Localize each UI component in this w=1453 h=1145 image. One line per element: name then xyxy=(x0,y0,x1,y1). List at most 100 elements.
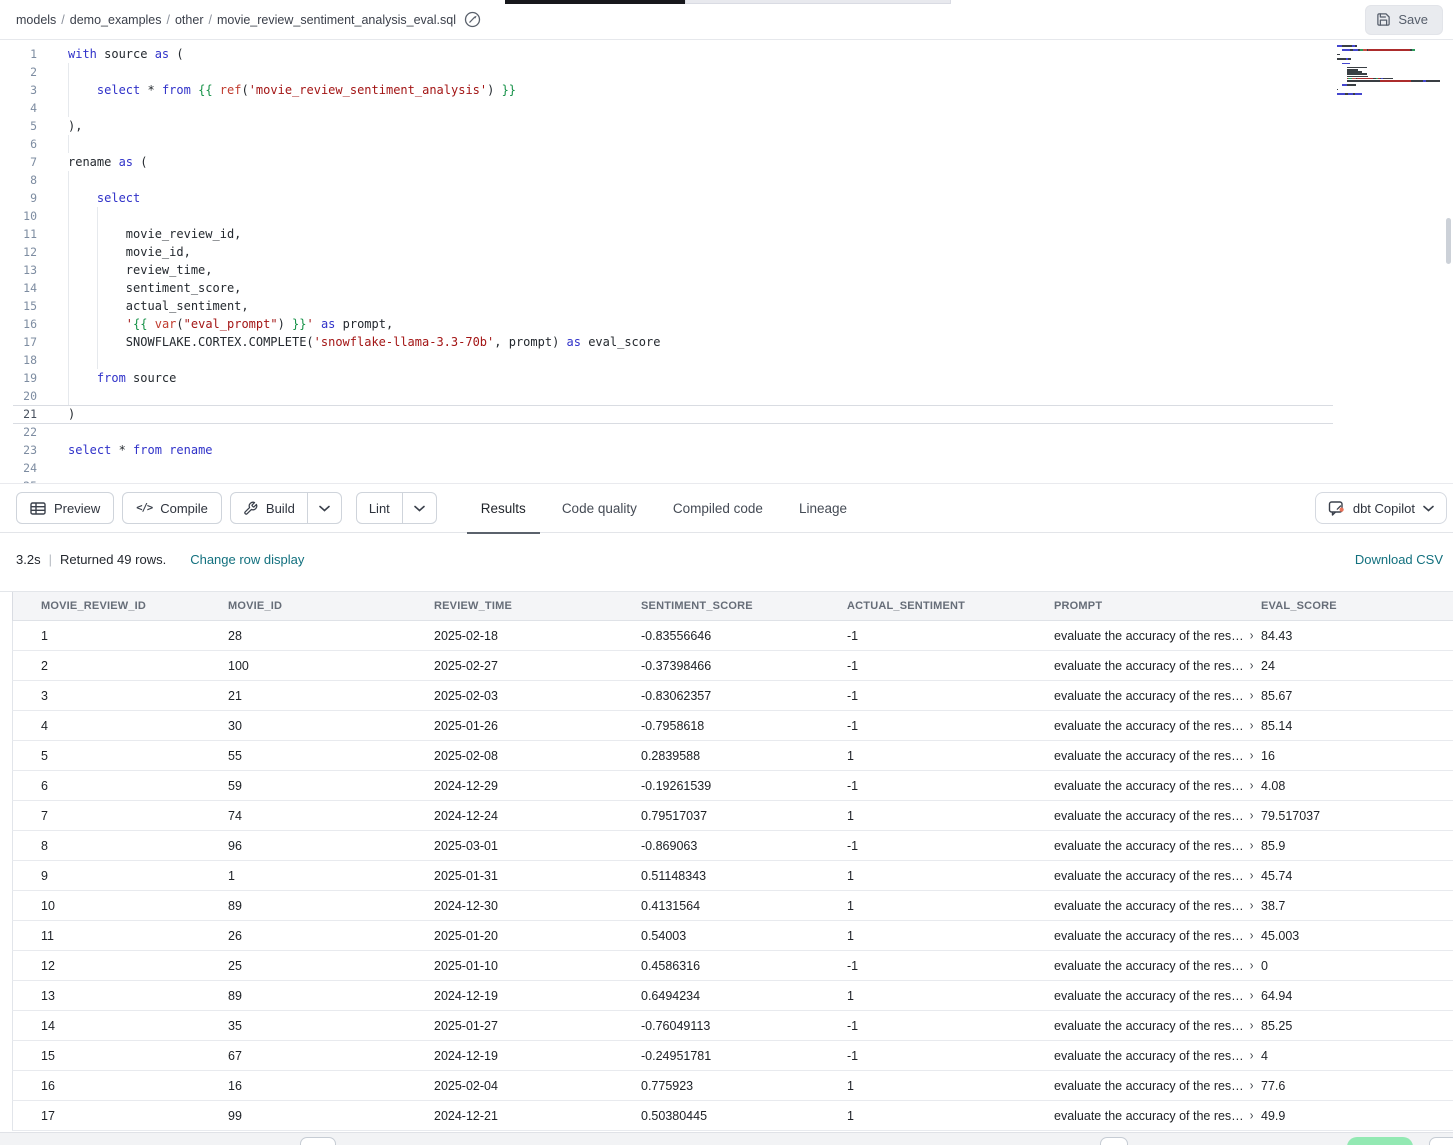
tab-lineage[interactable]: Lineage xyxy=(785,483,861,533)
code-line[interactable]: 20 xyxy=(0,387,1453,405)
code-line[interactable]: 16 '{{ var("eval_prompt") }}' as prompt, xyxy=(0,315,1453,333)
code-line[interactable]: 19 from source xyxy=(0,369,1453,387)
code-line[interactable]: 17 SNOWFLAKE.CORTEX.COMPLETE('snowflake-… xyxy=(0,333,1453,351)
line-number: 8 xyxy=(0,171,48,189)
preview-label: Preview xyxy=(54,501,100,516)
chevron-down-icon xyxy=(1423,505,1434,512)
code-line[interactable]: 22 xyxy=(0,423,1453,441)
code-line[interactable]: 23select * from rename xyxy=(0,441,1453,459)
tab-code-quality[interactable]: Code quality xyxy=(548,483,651,533)
prompt-expand-chevron-icon[interactable]: › xyxy=(1250,989,1254,1003)
prompt-preview-text: evaluate the accuracy of the res… xyxy=(1054,1109,1244,1123)
lint-button[interactable]: Lint xyxy=(357,493,402,523)
prompt-expand-chevron-icon[interactable]: › xyxy=(1250,869,1254,883)
code-line[interactable]: 2 xyxy=(0,63,1453,81)
prompt-cell: evaluate the accuracy of the res…› xyxy=(1054,719,1261,733)
line-number: 19 xyxy=(0,369,48,387)
breadcrumb-segment[interactable]: demo_examples xyxy=(70,13,162,27)
prompt-preview-text: evaluate the accuracy of the res… xyxy=(1054,659,1244,673)
code-line[interactable]: 10 xyxy=(0,207,1453,225)
code-line[interactable]: 7rename as ( xyxy=(0,153,1453,171)
column-header-actual_sentiment: ACTUAL_SENTIMENT xyxy=(847,600,1054,612)
code-line[interactable]: 15 actual_sentiment, xyxy=(0,297,1453,315)
breadcrumb-segment[interactable]: models xyxy=(16,13,56,27)
code-editor[interactable]: 1with source as (23 select * from {{ ref… xyxy=(0,40,1453,483)
table-row: 4302025-01-26-0.7958618-1evaluate the ac… xyxy=(12,711,1453,741)
lint-dropdown-button[interactable] xyxy=(402,493,436,523)
prompt-expand-chevron-icon[interactable]: › xyxy=(1250,779,1254,793)
prompt-expand-chevron-icon[interactable]: › xyxy=(1250,809,1254,823)
code-line[interactable]: 6 xyxy=(0,135,1453,153)
prompt-expand-chevron-icon[interactable]: › xyxy=(1250,1079,1254,1093)
prompt-expand-chevron-icon[interactable]: › xyxy=(1250,1019,1254,1033)
code-text: select xyxy=(48,189,140,207)
prompt-expand-chevron-icon[interactable]: › xyxy=(1250,959,1254,973)
bottom-bar-button[interactable] xyxy=(1100,1137,1128,1145)
prompt-expand-chevron-icon[interactable]: › xyxy=(1250,629,1254,643)
code-line[interactable]: 11 movie_review_id, xyxy=(0,225,1453,243)
prompt-expand-chevron-icon[interactable]: › xyxy=(1250,689,1254,703)
table-row: 1282025-02-18-0.83556646-1evaluate the a… xyxy=(12,621,1453,651)
code-text xyxy=(48,351,68,369)
table-cell: 2025-02-04 xyxy=(434,1079,641,1093)
table-cell: 16 xyxy=(228,1079,434,1093)
table-icon xyxy=(30,501,46,516)
breadcrumb-segment[interactable]: movie_review_sentiment_analysis_eval.sql xyxy=(217,13,456,27)
prompt-preview-text: evaluate the accuracy of the res… xyxy=(1054,749,1244,763)
table-cell: 0.6494234 xyxy=(641,989,847,1003)
code-line[interactable]: 9 select xyxy=(0,189,1453,207)
build-button[interactable]: Build xyxy=(231,493,307,523)
bottom-bar-button[interactable] xyxy=(300,1137,336,1145)
table-cell: 0.50380445 xyxy=(641,1109,847,1123)
prompt-cell: evaluate the accuracy of the res…› xyxy=(1054,689,1261,703)
save-button[interactable]: Save xyxy=(1365,5,1443,35)
table-row: 6592024-12-29-0.19261539-1evaluate the a… xyxy=(12,771,1453,801)
code-line[interactable]: 18 xyxy=(0,351,1453,369)
tab-results[interactable]: Results xyxy=(467,483,540,533)
code-line[interactable]: 24 xyxy=(0,459,1453,477)
code-line[interactable]: 12 movie_id, xyxy=(0,243,1453,261)
prompt-expand-chevron-icon[interactable]: › xyxy=(1250,749,1254,763)
code-line[interactable]: 5), xyxy=(0,117,1453,135)
code-line[interactable]: 13 review_time, xyxy=(0,261,1453,279)
prompt-expand-chevron-icon[interactable]: › xyxy=(1250,659,1254,673)
bottom-bar-button[interactable] xyxy=(1429,1137,1453,1145)
code-text: review_time, xyxy=(48,261,213,279)
code-line[interactable]: 3 select * from {{ ref('movie_review_sen… xyxy=(0,81,1453,99)
ide-page: models/demo_examples/other/movie_review_… xyxy=(0,0,1453,1145)
prompt-cell: evaluate the accuracy of the res…› xyxy=(1054,869,1261,883)
prompt-expand-chevron-icon[interactable]: › xyxy=(1250,839,1254,853)
code-line[interactable]: 4 xyxy=(0,99,1453,117)
bottom-bar xyxy=(0,1132,1453,1145)
minimap[interactable] xyxy=(1335,42,1447,103)
column-header-sentiment_score: SENTIMENT_SCORE xyxy=(641,600,847,612)
dbt-copilot-button[interactable]: dbt Copilot xyxy=(1315,492,1447,524)
compile-button[interactable]: </> Compile xyxy=(122,492,222,524)
code-line[interactable]: 14 sentiment_score, xyxy=(0,279,1453,297)
prompt-cell: evaluate the accuracy of the res…› xyxy=(1054,1019,1261,1033)
table-row: 17992024-12-210.503804451evaluate the ac… xyxy=(12,1101,1453,1131)
preview-button[interactable]: Preview xyxy=(16,492,114,524)
prompt-expand-chevron-icon[interactable]: › xyxy=(1250,1109,1254,1123)
code-line[interactable]: 8 xyxy=(0,171,1453,189)
prompt-preview-text: evaluate the accuracy of the res… xyxy=(1054,959,1244,973)
prompt-expand-chevron-icon[interactable]: › xyxy=(1250,719,1254,733)
code-line[interactable]: 21) xyxy=(0,405,1453,423)
bottom-status-pill[interactable] xyxy=(1347,1137,1413,1145)
prompt-expand-chevron-icon[interactable]: › xyxy=(1250,929,1254,943)
tab-compiled-code[interactable]: Compiled code xyxy=(659,483,777,533)
download-csv-link[interactable]: Download CSV xyxy=(1355,552,1445,567)
editor-scrollbar-thumb[interactable] xyxy=(1446,218,1451,264)
prompt-expand-chevron-icon[interactable]: › xyxy=(1250,899,1254,913)
change-row-display-link[interactable]: Change row display xyxy=(190,552,304,567)
eval-score-cell: 49.9 xyxy=(1261,1109,1453,1123)
code-brackets-icon: </> xyxy=(136,502,152,514)
table-cell: 2025-02-08 xyxy=(434,749,641,763)
code-line[interactable]: 1with source as ( xyxy=(0,45,1453,63)
build-dropdown-button[interactable] xyxy=(307,493,341,523)
table-cell: 89 xyxy=(228,899,434,913)
code-text xyxy=(48,207,68,225)
prompt-expand-chevron-icon[interactable]: › xyxy=(1250,1049,1254,1063)
prompt-cell: evaluate the accuracy of the res…› xyxy=(1054,629,1261,643)
breadcrumb-segment[interactable]: other xyxy=(175,13,204,27)
